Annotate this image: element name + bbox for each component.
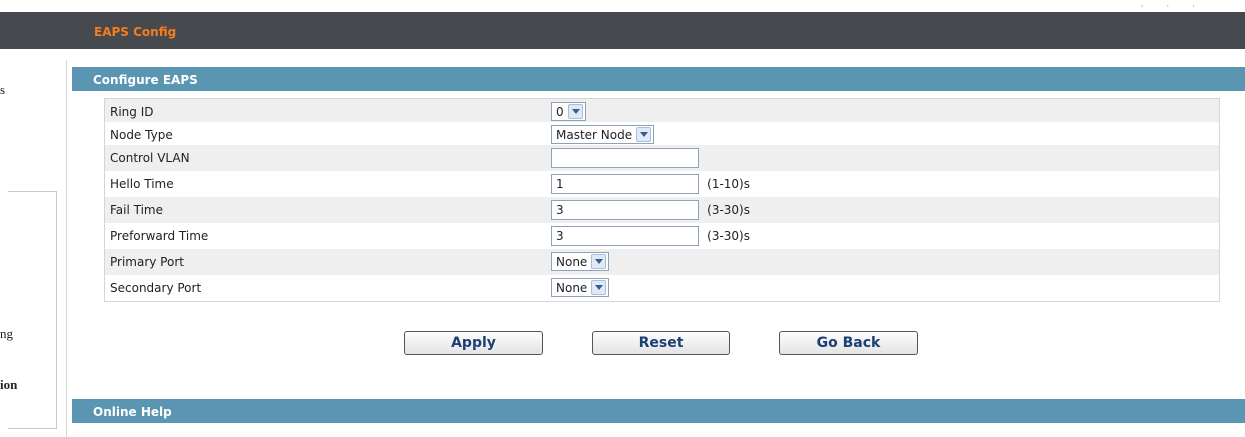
content-divider — [66, 60, 67, 437]
online-help-header: Online Help — [72, 399, 1245, 423]
fail-time-label: Fail Time — [110, 203, 164, 217]
control-vlan-input[interactable] — [551, 148, 699, 168]
node-type-row: Node Type Master Node — [105, 122, 1219, 145]
apply-button[interactable]: Apply — [404, 331, 543, 355]
sidebar-item-fragment[interactable]: ion — [0, 377, 17, 393]
primary-port-select[interactable]: None — [551, 252, 610, 271]
chevron-down-icon[interactable] — [591, 254, 607, 269]
primary-port-value: None — [556, 254, 588, 269]
sidebar-item-fragment[interactable]: ng — [0, 326, 13, 342]
node-type-select[interactable]: Master Node — [551, 125, 655, 144]
secondary-port-row: Secondary Port None — [105, 275, 1219, 301]
hello-time-range: (1-10)s — [707, 177, 750, 191]
header-bar: EAPS Config — [0, 12, 1245, 49]
sidebar-item-fragment[interactable]: s — [0, 82, 5, 98]
hello-time-input[interactable]: 1 — [551, 174, 699, 194]
preforward-time-range: (3-30)s — [707, 229, 750, 243]
reset-button[interactable]: Reset — [592, 331, 730, 355]
hello-time-label: Hello Time — [110, 177, 174, 191]
hello-time-row: Hello Time 1 (1-10)s — [105, 171, 1219, 197]
configure-eaps-header: Configure EAPS — [72, 67, 1245, 91]
ring-id-value: 0 — [556, 104, 564, 119]
chevron-down-icon[interactable] — [591, 280, 607, 295]
section-title: Configure EAPS — [93, 73, 198, 87]
fail-time-input[interactable]: 3 — [551, 200, 699, 220]
secondary-port-value: None — [556, 280, 588, 295]
preforward-time-label: Preforward Time — [110, 229, 209, 243]
preforward-time-input[interactable]: 3 — [551, 226, 699, 246]
fail-time-range: (3-30)s — [707, 203, 750, 217]
chevron-down-icon[interactable] — [567, 104, 583, 119]
control-vlan-row: Control VLAN — [105, 145, 1219, 171]
ring-id-label: Ring ID — [110, 105, 154, 119]
preforward-time-row: Preforward Time 3 (3-30)s — [105, 223, 1219, 249]
section-title: Online Help — [93, 405, 172, 419]
go-back-button[interactable]: Go Back — [779, 331, 918, 355]
secondary-port-select[interactable]: None — [551, 278, 610, 297]
primary-port-label: Primary Port — [110, 255, 184, 269]
sidebar-panel — [8, 191, 57, 429]
ring-id-select[interactable]: 0 — [551, 102, 586, 121]
node-type-label: Node Type — [110, 128, 173, 142]
fail-time-row: Fail Time 3 (3-30)s — [105, 197, 1219, 223]
chevron-down-icon[interactable] — [636, 127, 652, 142]
secondary-port-label: Secondary Port — [110, 281, 202, 295]
ring-id-row: Ring ID 0 — [105, 99, 1219, 122]
primary-port-row: Primary Port None — [105, 249, 1219, 275]
top-edge-decoration: · · · — [1140, 2, 1205, 12]
node-type-value: Master Node — [556, 127, 633, 142]
eaps-config-table: Ring ID 0 Node Type Master Node Control … — [104, 98, 1220, 302]
control-vlan-label: Control VLAN — [110, 151, 190, 165]
page-title: EAPS Config — [94, 25, 177, 39]
